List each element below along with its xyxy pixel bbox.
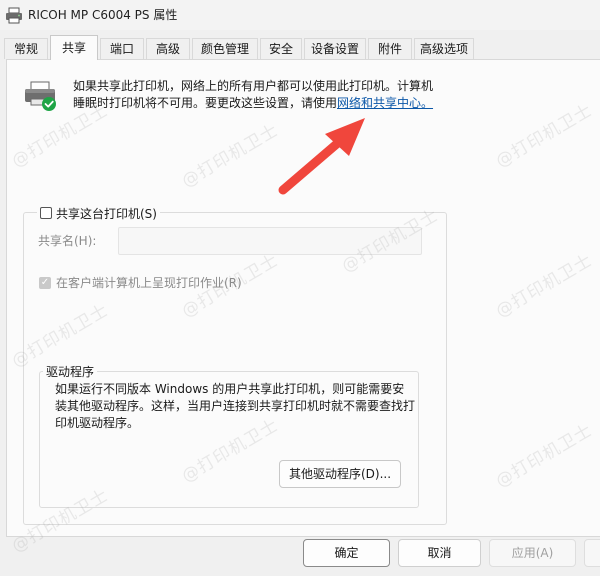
tab-general[interactable]: 常规 xyxy=(4,38,48,59)
drivers-description: 如果运行不同版本 Windows 的用户共享此打印机，则可能需要安装其他驱动程序… xyxy=(55,382,416,430)
tab-accessories[interactable]: 附件 xyxy=(368,38,412,59)
cancel-button[interactable]: 取消 xyxy=(398,539,481,567)
drivers-legend: 驱动程序 xyxy=(43,363,98,380)
render-jobs-checkbox[interactable]: ✓ xyxy=(39,276,51,289)
tab-sharing[interactable]: 共享 xyxy=(50,35,98,60)
share-printer-label: 共享这台打印机(S) xyxy=(56,206,157,221)
tab-strip: 常规 共享 端口 高级 颜色管理 安全 设备设置 附件 高级选项 xyxy=(0,35,600,60)
tab-ports[interactable]: 端口 xyxy=(100,38,144,59)
tab-device-settings[interactable]: 设备设置 xyxy=(304,38,366,59)
share-name-input[interactable] xyxy=(118,227,422,255)
tab-color-management[interactable]: 颜色管理 xyxy=(192,38,258,59)
red-arrow-icon xyxy=(278,118,365,195)
tab-advanced-options[interactable]: 高级选项 xyxy=(414,38,474,59)
share-printer-checkbox-row[interactable]: 共享这台打印机(S) xyxy=(37,205,160,221)
title-bar[interactable]: RICOH MP C6004 PS 属性 xyxy=(0,0,600,30)
share-printer-checkbox[interactable] xyxy=(40,207,52,219)
apply-button[interactable]: 应用(A) xyxy=(489,539,576,567)
share-name-label: 共享名(H): xyxy=(38,234,97,248)
help-button[interactable] xyxy=(584,539,600,567)
ok-button[interactable]: 确定 xyxy=(303,539,390,567)
render-jobs-checkbox-row[interactable]: ✓ 在客户端计算机上呈现打印作业(R) xyxy=(39,274,242,291)
tab-security[interactable]: 安全 xyxy=(260,38,302,59)
printer-icon xyxy=(6,7,22,24)
tab-advanced[interactable]: 高级 xyxy=(146,38,190,59)
additional-drivers-button[interactable]: 其他驱动程序(D)... xyxy=(279,460,401,488)
printer-shared-icon xyxy=(25,81,56,111)
sharing-panel: 如果共享此打印机，网络上的所有用户都可以使用此打印机。计算机 睡眠时打印机将不可… xyxy=(6,59,600,537)
sharing-info-text: 如果共享此打印机，网络上的所有用户都可以使用此打印机。计算机 睡眠时打印机将不可… xyxy=(73,78,443,112)
window-title: RICOH MP C6004 PS 属性 xyxy=(28,8,178,22)
info-line-1: 如果共享此打印机，网络上的所有用户都可以使用此打印机。计算机 xyxy=(73,79,434,93)
render-jobs-label: 在客户端计算机上呈现打印作业(R) xyxy=(56,276,242,290)
